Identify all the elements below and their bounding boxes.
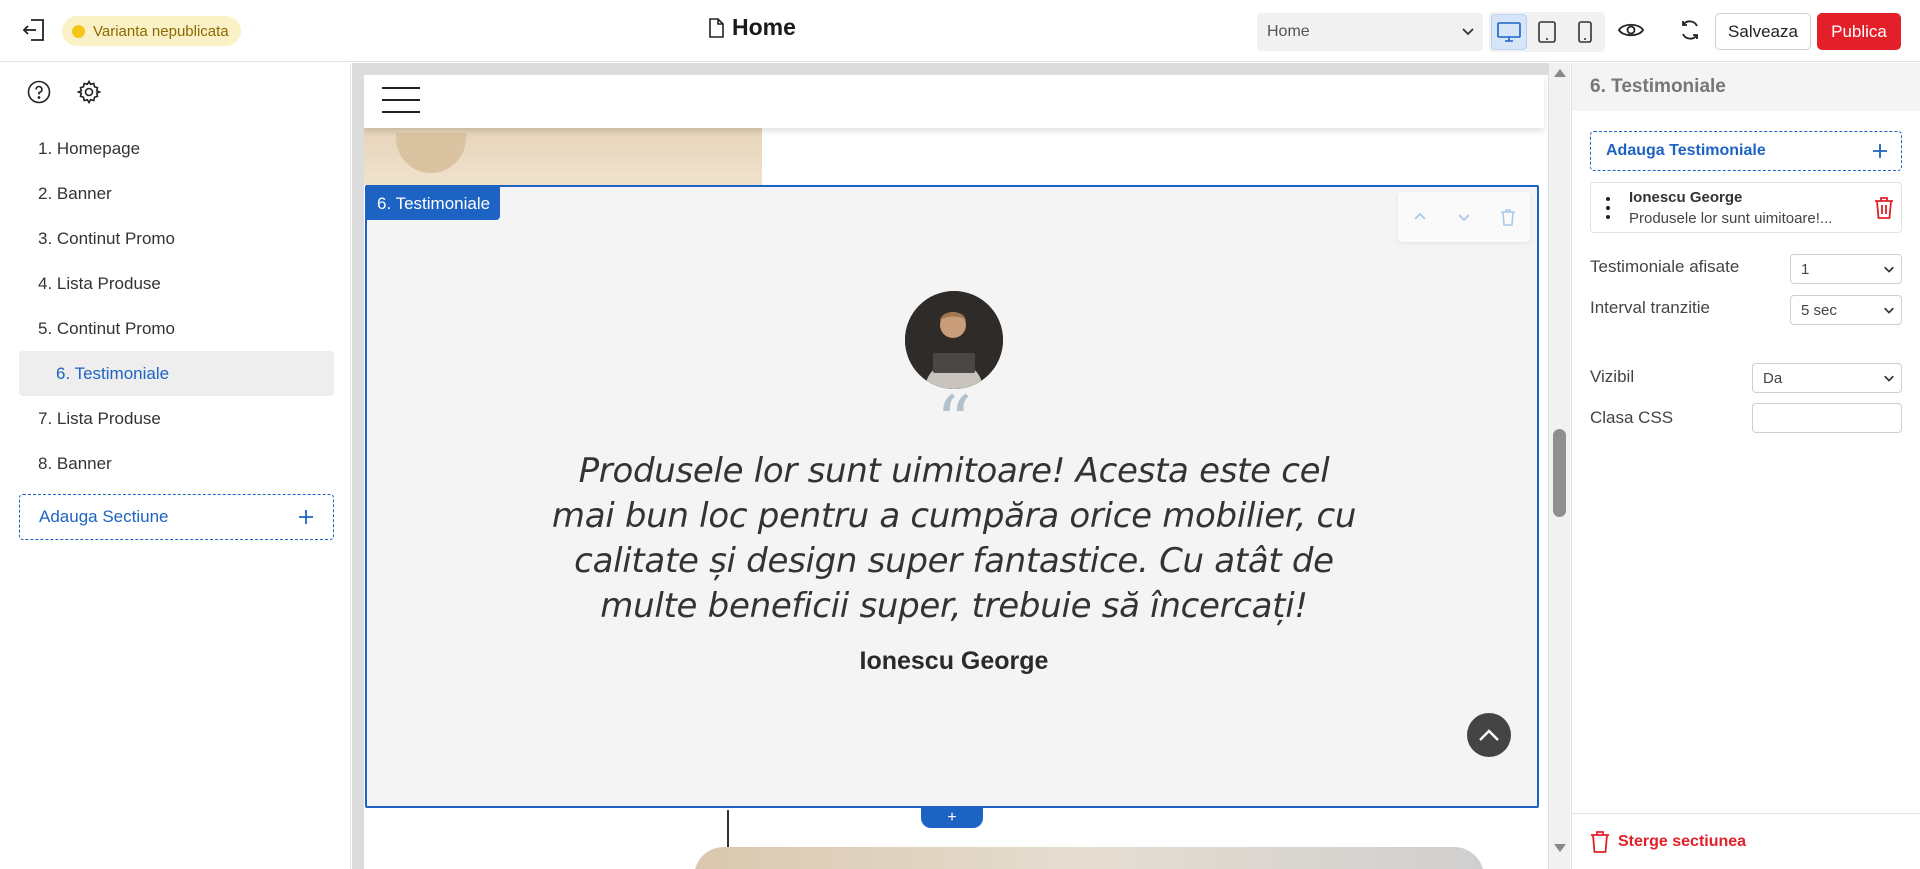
device-switcher bbox=[1489, 12, 1605, 52]
trash-icon bbox=[1591, 830, 1609, 853]
delete-section-button[interactable] bbox=[1496, 205, 1520, 229]
move-up-button[interactable] bbox=[1408, 205, 1432, 229]
mobile-view-button[interactable] bbox=[1567, 14, 1603, 50]
site-header bbox=[364, 75, 1544, 128]
sync-button[interactable] bbox=[1675, 15, 1705, 45]
sections-sidebar: 1. Homepage 2. Banner 3. Continut Promo … bbox=[0, 63, 351, 869]
gear-icon[interactable] bbox=[76, 79, 102, 105]
chevron-up-icon bbox=[1414, 212, 1426, 220]
visible-select[interactable]: Da bbox=[1752, 363, 1902, 393]
testimonial-author: Ionescu George bbox=[859, 647, 1049, 675]
section-label-tag: 6. Testimoniale bbox=[367, 187, 501, 220]
section-item[interactable]: 8. Banner bbox=[19, 441, 334, 486]
testimonials-shown-label: Testimoniale afisate bbox=[1590, 257, 1740, 276]
section-item[interactable]: 1. Homepage bbox=[19, 126, 334, 171]
status-dot-icon bbox=[72, 24, 85, 38]
publish-button[interactable]: Publica bbox=[1817, 13, 1901, 50]
testimonial-list-item[interactable]: Ionescu George Produsele lor sunt uimito… bbox=[1590, 182, 1902, 233]
section-item[interactable]: 5. Continut Promo bbox=[19, 306, 334, 351]
testimonial-item-name: Ionescu George bbox=[1629, 189, 1743, 206]
delete-section-link[interactable]: Sterge sectiunea bbox=[1572, 813, 1920, 869]
editor-canvas: 6. Testimoniale “ Produsele lor sunt uim… bbox=[352, 63, 1570, 869]
properties-panel: 6. Testimoniale Adauga Testimoniale Ione… bbox=[1571, 63, 1920, 869]
transition-interval-label: Interval tranzitie bbox=[1590, 298, 1710, 317]
mobile-icon bbox=[1578, 21, 1592, 43]
avatar bbox=[905, 291, 1003, 389]
testimonial-quote: Produsele lor sunt uimitoare! Acesta est… bbox=[551, 451, 1357, 626]
delete-section-label: Sterge sectiunea bbox=[1618, 832, 1747, 850]
testimonials-shown-value: 1 bbox=[1801, 260, 1810, 278]
add-testimonial-label: Adauga Testimoniale bbox=[1606, 142, 1766, 159]
chevron-down-icon bbox=[1884, 375, 1894, 382]
section-controls bbox=[1398, 192, 1530, 242]
page-select-value: Home bbox=[1267, 23, 1310, 40]
scroll-to-top-button[interactable] bbox=[1467, 713, 1511, 757]
add-section-label: Adauga Sectiune bbox=[39, 507, 169, 526]
add-section-between-button[interactable]: + bbox=[921, 808, 983, 828]
preview-button[interactable] bbox=[1616, 15, 1646, 45]
chevron-down-icon bbox=[1884, 307, 1894, 314]
panel-title: 6. Testimoniale bbox=[1572, 63, 1920, 111]
status-badge-label: Varianta nepublicata bbox=[93, 22, 229, 40]
page-select[interactable]: Home bbox=[1257, 13, 1483, 51]
scroll-up-arrow[interactable] bbox=[1554, 69, 1566, 77]
quote-mark-icon: “ bbox=[936, 381, 972, 463]
testimonial-section[interactable]: 6. Testimoniale “ Produsele lor sunt uim… bbox=[365, 185, 1539, 808]
document-icon bbox=[709, 17, 724, 38]
chevron-down-icon bbox=[1458, 214, 1470, 222]
transition-interval-value: 5 sec bbox=[1801, 301, 1837, 319]
section-item-active[interactable]: 6. Testimoniale bbox=[19, 351, 334, 396]
add-testimonial-button[interactable]: Adauga Testimoniale bbox=[1590, 131, 1902, 171]
eye-icon bbox=[1618, 23, 1644, 37]
page-title: Home bbox=[708, 14, 796, 41]
tablet-view-button[interactable] bbox=[1529, 14, 1565, 50]
canvas-scrollbar[interactable] bbox=[1549, 63, 1570, 869]
delete-testimonial-button[interactable] bbox=[1871, 195, 1897, 221]
trash-icon bbox=[1501, 209, 1515, 226]
visible-label: Vizibil bbox=[1590, 367, 1635, 386]
site-preview: 6. Testimoniale “ Produsele lor sunt uim… bbox=[364, 75, 1548, 869]
next-section-preview bbox=[694, 847, 1484, 869]
chevron-down-icon bbox=[1884, 266, 1894, 273]
transition-interval-select[interactable]: 5 sec bbox=[1790, 295, 1902, 325]
bowl-shape bbox=[396, 133, 466, 173]
hamburger-menu-icon[interactable] bbox=[382, 87, 420, 113]
drag-handle-icon[interactable] bbox=[1605, 197, 1611, 219]
trash-icon bbox=[1875, 197, 1893, 219]
css-class-label: Clasa CSS bbox=[1590, 408, 1674, 427]
help-icon[interactable] bbox=[26, 79, 52, 105]
section-item[interactable]: 3. Continut Promo bbox=[19, 216, 334, 261]
status-badge: Varianta nepublicata bbox=[62, 16, 241, 46]
section-list: 1. Homepage 2. Banner 3. Continut Promo … bbox=[19, 126, 334, 486]
section-item[interactable]: 2. Banner bbox=[19, 171, 334, 216]
section-item[interactable]: 7. Lista Produse bbox=[19, 396, 334, 441]
scrollbar-thumb[interactable] bbox=[1553, 429, 1566, 517]
testimonials-shown-select[interactable]: 1 bbox=[1790, 254, 1902, 284]
sync-icon bbox=[1682, 20, 1698, 40]
page-title-text: Home bbox=[732, 14, 796, 40]
visible-value: Da bbox=[1763, 369, 1783, 387]
exit-icon[interactable] bbox=[20, 16, 48, 44]
move-down-button[interactable] bbox=[1452, 205, 1476, 229]
save-button[interactable]: Salveaza bbox=[1715, 13, 1811, 50]
css-class-input[interactable] bbox=[1752, 403, 1902, 433]
top-bar: Varianta nepublicata Home Home Salveaza … bbox=[0, 0, 1920, 62]
tablet-icon bbox=[1538, 21, 1556, 43]
desktop-icon bbox=[1497, 22, 1521, 42]
desktop-view-button[interactable] bbox=[1491, 14, 1527, 50]
sidebar-tools bbox=[26, 79, 102, 105]
scroll-down-arrow[interactable] bbox=[1554, 844, 1566, 852]
chevron-down-icon bbox=[1462, 28, 1474, 36]
chevron-up-icon bbox=[1479, 729, 1499, 741]
section-item[interactable]: 4. Lista Produse bbox=[19, 261, 334, 306]
add-section-button[interactable]: Adauga Sectiune bbox=[19, 494, 334, 540]
plus-icon bbox=[1873, 144, 1887, 158]
plus-icon bbox=[299, 510, 313, 524]
testimonial-item-excerpt: Produsele lor sunt uimitoare!... bbox=[1629, 210, 1833, 227]
